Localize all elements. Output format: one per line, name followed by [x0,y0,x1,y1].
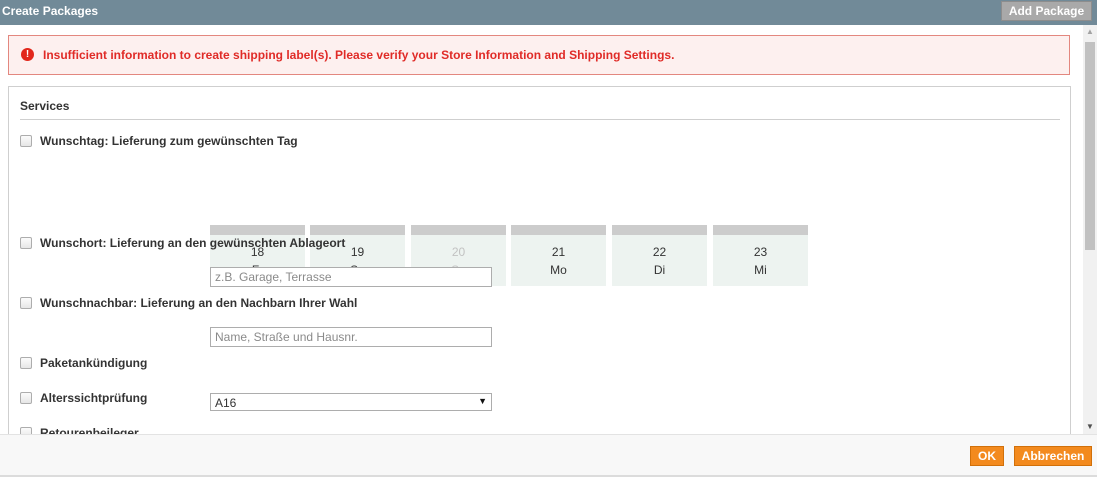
add-package-button[interactable]: Add Package [1001,1,1092,21]
day-name: Di [653,263,666,277]
day-number: 21 [551,245,566,259]
day-bar [511,225,606,235]
retourenbeileger-label: Retourenbeileger [40,426,139,434]
alterssichtpruefung-label: Alterssichtprüfung [40,391,148,405]
modal-content: ! Insufficient information to create shi… [0,25,1083,434]
day-bar [713,225,808,235]
modal-header: Create Packages Add Package [0,0,1097,25]
day-number: 22 [652,245,667,259]
day-number: 23 [753,245,768,259]
error-text: Insufficient information to create shipp… [43,48,675,62]
scroll-up-icon[interactable]: ▲ [1083,25,1097,39]
day-option-22[interactable]: 22 Di [612,225,707,286]
scroll-down-icon[interactable]: ▼ [1083,420,1097,434]
paketankuendigung-label: Paketankündigung [40,356,148,370]
alterssichtpruefung-select[interactable]: A16 ▼ [210,393,492,411]
services-divider [20,119,1060,120]
retourenbeileger-checkbox[interactable] [20,427,32,434]
wunschtag-checkbox[interactable] [20,135,32,147]
modal-footer: OK Abbrechen [0,434,1097,477]
day-bar [310,225,405,235]
select-value: A16 [215,396,237,410]
error-message: ! Insufficient information to create shi… [8,35,1070,75]
day-number: 20 [451,245,466,259]
day-option-21[interactable]: 21 Mo [511,225,606,286]
error-icon: ! [21,48,34,61]
day-bar [411,225,506,235]
services-panel: Services Wunschtag: Lieferung zum gewüns… [8,86,1071,434]
cancel-button[interactable]: Abbrechen [1014,446,1092,466]
wunschort-checkbox[interactable] [20,237,32,249]
wunschtag-label: Wunschtag: Lieferung zum gewünschten Tag [40,134,298,148]
alterssichtpruefung-checkbox[interactable] [20,392,32,404]
modal-title: Create Packages [2,4,99,18]
paketankuendigung-checkbox[interactable] [20,357,32,369]
wunschnachbar-checkbox[interactable] [20,297,32,309]
wunschnachbar-input[interactable] [210,327,492,347]
day-name: Mi [754,263,767,277]
day-bar [612,225,707,235]
scrollbar-thumb[interactable] [1085,42,1095,250]
dropdown-arrow-icon: ▼ [478,396,487,406]
wunschort-input[interactable] [210,267,492,287]
wunschnachbar-label: Wunschnachbar: Lieferung an den Nachbarn… [40,296,358,310]
day-name: Mo [550,263,567,277]
vertical-scrollbar[interactable]: ▲ ▼ [1083,25,1097,434]
day-bar [210,225,305,235]
ok-button[interactable]: OK [970,446,1004,466]
day-option-23[interactable]: 23 Mi [713,225,808,286]
wunschort-label: Wunschort: Lieferung an den gewünschten … [40,236,346,250]
services-title: Services [20,99,70,113]
